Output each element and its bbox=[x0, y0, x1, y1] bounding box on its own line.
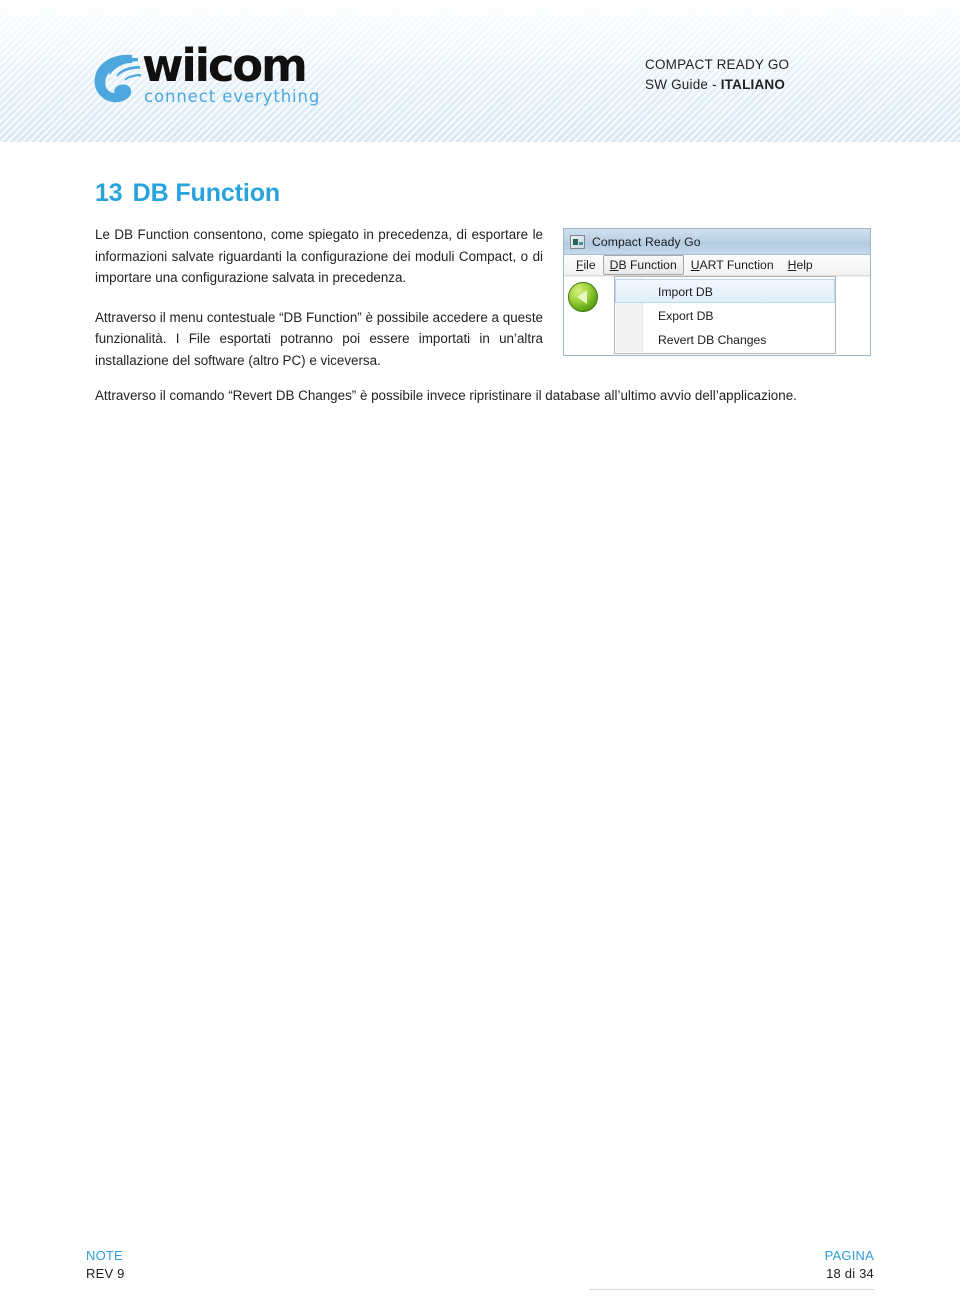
section-title-text: DB Function bbox=[132, 179, 281, 207]
logo-tagline: connect everything bbox=[144, 87, 321, 106]
document-guide-prefix: SW Guide - bbox=[645, 77, 721, 92]
document-product-name: COMPACT READY GO bbox=[645, 57, 790, 72]
menu-label-file: ile bbox=[583, 258, 596, 272]
logo-text-block: wiicom connect everything bbox=[142, 42, 392, 106]
document-guide-line: SW Guide - ITALIANO bbox=[645, 75, 865, 95]
page-title: 13 DB Function bbox=[95, 178, 875, 208]
menu-label-db-function: B Function bbox=[618, 258, 677, 272]
menu-option-revert-db-changes[interactable]: Revert DB Changes bbox=[615, 327, 835, 351]
window-titlebar: Compact Ready Go bbox=[564, 229, 870, 255]
page-content: 13 DB Function Compact Ready Go File DB F… bbox=[95, 178, 875, 421]
paragraph-3: Attraverso il comando “Revert DB Changes… bbox=[95, 388, 797, 403]
green-back-arrow-icon[interactable] bbox=[568, 282, 598, 312]
document-header-info: COMPACT READY GO SW Guide - ITALIANO bbox=[645, 55, 865, 95]
menu-item-uart-function[interactable]: UART Function bbox=[684, 255, 781, 275]
menu-option-export-db[interactable]: Export DB bbox=[615, 303, 835, 327]
footer-divider bbox=[589, 1289, 874, 1290]
menu-item-help[interactable]: Help bbox=[781, 255, 820, 275]
footer-note-value: REV 9 bbox=[86, 1266, 125, 1281]
footer-page-value: 18 di 34 bbox=[826, 1266, 874, 1281]
window-menubar: File DB Function UART Function Help bbox=[564, 255, 870, 276]
window-title: Compact Ready Go bbox=[592, 234, 701, 249]
page-header-band: wiicom connect everything COMPACT READY … bbox=[0, 0, 960, 142]
wiicom-logo: wiicom connect everything bbox=[86, 42, 386, 112]
compact-ready-go-window: Compact Ready Go File DB Function UART F… bbox=[563, 228, 871, 356]
wiicom-swoosh-icon bbox=[86, 46, 144, 108]
application-screenshot-figure: Compact Ready Go File DB Function UART F… bbox=[561, 228, 875, 368]
menu-item-db-function[interactable]: DB Function bbox=[602, 255, 684, 275]
menu-item-file[interactable]: File bbox=[569, 255, 603, 275]
menu-option-import-db[interactable]: Import DB bbox=[615, 279, 835, 303]
application-icon bbox=[570, 234, 585, 249]
page-footer: NOTE REV 9 PAGINA 18 di 34 bbox=[0, 1210, 960, 1300]
db-function-dropdown-menu: Import DB Export DB Revert DB Changes bbox=[614, 276, 836, 354]
footer-page-block: PAGINA 18 di 34 bbox=[825, 1247, 874, 1283]
footer-note-label: NOTE bbox=[86, 1248, 123, 1263]
section-number: 13 bbox=[95, 179, 123, 207]
menu-accel-u: U bbox=[690, 258, 700, 272]
footer-note-block: NOTE REV 9 bbox=[86, 1247, 125, 1283]
menu-label-uart-function: ART Function bbox=[699, 258, 774, 272]
document-guide-language: ITALIANO bbox=[720, 77, 786, 92]
menu-label-help: elp bbox=[796, 258, 813, 272]
logo-wordmark: wiicom bbox=[142, 39, 308, 92]
footer-page-label: PAGINA bbox=[824, 1248, 874, 1263]
